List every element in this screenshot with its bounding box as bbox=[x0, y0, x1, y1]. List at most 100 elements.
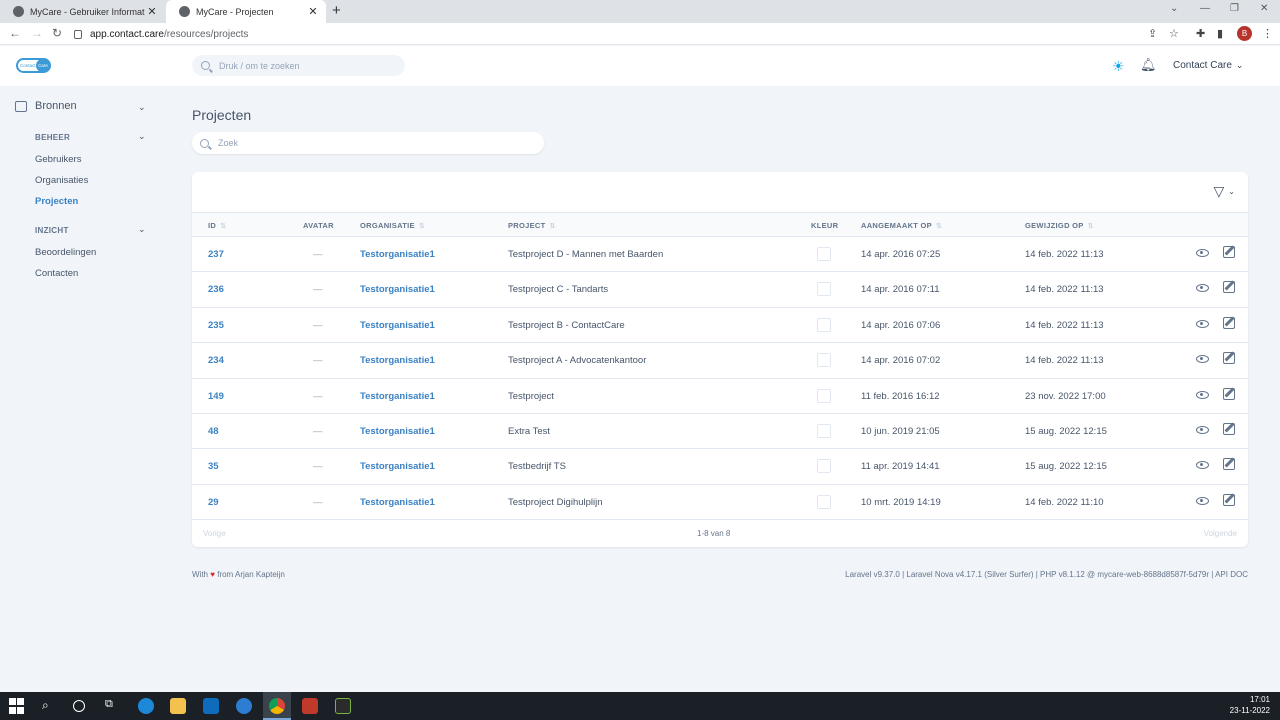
row-id-link[interactable]: 35 bbox=[208, 461, 219, 472]
row-organisation-link[interactable]: Testorganisatie1 bbox=[360, 355, 435, 366]
edit-icon[interactable] bbox=[1223, 281, 1235, 294]
new-tab-icon[interactable]: + bbox=[332, 2, 341, 19]
edit-icon[interactable] bbox=[1223, 458, 1235, 471]
table-row[interactable]: 29 — Testorganisatie1 Testproject Digihulpl… bbox=[192, 485, 1248, 521]
row-id-link[interactable]: 235 bbox=[208, 320, 224, 331]
row-organisation-link[interactable]: Testorganisatie1 bbox=[360, 320, 435, 331]
filter-button[interactable]: ▽ ⌄ bbox=[1214, 184, 1235, 198]
table-row[interactable]: 149 — Testorganisatie1 Testproject 11 feb. 2… bbox=[192, 379, 1248, 414]
close-tab-icon[interactable]: ✕ bbox=[145, 5, 159, 18]
sidebar-item-beoordelingen[interactable]: Beoordelingen bbox=[35, 247, 96, 258]
chevron-down-icon[interactable]: ⌄ bbox=[138, 224, 146, 235]
minimize-icon[interactable]: — bbox=[1200, 3, 1210, 14]
close-window-icon[interactable]: ✕ bbox=[1260, 3, 1268, 14]
chrome-icon[interactable] bbox=[269, 698, 285, 714]
side-panel-icon[interactable]: ▮ bbox=[1217, 27, 1223, 40]
chevron-down-icon[interactable]: ⌄ bbox=[138, 131, 146, 142]
row-avatar: — bbox=[313, 355, 323, 367]
row-id-link[interactable]: 234 bbox=[208, 355, 224, 366]
view-eye-icon[interactable] bbox=[1196, 496, 1209, 505]
sidebar-item-gebruikers[interactable]: Gebruikers bbox=[35, 154, 81, 165]
edit-icon[interactable] bbox=[1223, 352, 1235, 365]
restore-icon[interactable]: ❐ bbox=[1230, 3, 1239, 14]
forward-icon[interactable]: → bbox=[31, 26, 43, 40]
column-header-created[interactable]: AANGEMAAKT OP ⇅ bbox=[861, 221, 942, 230]
edge-icon[interactable] bbox=[138, 698, 154, 714]
cortana-icon[interactable] bbox=[73, 700, 85, 712]
next-page-button[interactable]: Volgende bbox=[1204, 529, 1237, 538]
row-color-swatch bbox=[817, 494, 831, 509]
table-row[interactable]: 236 — Testorganisatie1 Testproject C - Tand… bbox=[192, 272, 1248, 308]
view-eye-icon[interactable] bbox=[1196, 390, 1209, 399]
column-header-id[interactable]: ID ⇅ bbox=[208, 221, 226, 230]
edit-icon[interactable] bbox=[1223, 493, 1235, 506]
outlook-icon[interactable] bbox=[203, 698, 219, 714]
extensions-icon[interactable]: ✚ bbox=[1196, 27, 1205, 40]
row-id-link[interactable]: 237 bbox=[208, 249, 224, 260]
logo[interactable]: Contact Care bbox=[16, 58, 51, 73]
url-field[interactable]: app.contact.care/resources/projects bbox=[68, 25, 1138, 43]
row-organisation-link[interactable]: Testorganisatie1 bbox=[360, 249, 435, 260]
table-row[interactable]: 235 — Testorganisatie1 Testproject B - Cont… bbox=[192, 308, 1248, 344]
row-organisation-link[interactable]: Testorganisatie1 bbox=[360, 426, 435, 437]
row-id-link[interactable]: 236 bbox=[208, 284, 224, 295]
browser-tab[interactable]: MyCare - Gebruiker Informatie: C ✕ bbox=[0, 0, 165, 23]
browser-tab-active[interactable]: MyCare - Projecten ✕ bbox=[166, 0, 326, 23]
close-tab-icon[interactable]: ✕ bbox=[306, 5, 320, 18]
file-explorer-icon[interactable] bbox=[170, 698, 186, 714]
column-header-organisation[interactable]: ORGANISATIE ⇅ bbox=[360, 221, 425, 230]
sidebar-section-resources[interactable]: Bronnen bbox=[15, 100, 77, 112]
table-row[interactable]: 35 — Testorganisatie1 Testbedrijf TS 11 apr.… bbox=[192, 449, 1248, 485]
task-view-icon[interactable]: ⧉ bbox=[105, 698, 121, 714]
windows-start-icon[interactable] bbox=[9, 698, 25, 714]
edit-icon[interactable] bbox=[1223, 316, 1235, 329]
edit-icon[interactable] bbox=[1223, 422, 1235, 435]
previous-page-button[interactable]: Vorige bbox=[203, 529, 226, 538]
row-id-link[interactable]: 48 bbox=[208, 426, 219, 437]
row-organisation-link[interactable]: Testorganisatie1 bbox=[360, 391, 435, 402]
view-eye-icon[interactable] bbox=[1196, 425, 1209, 434]
sidebar-item-organisaties[interactable]: Organisaties bbox=[35, 175, 88, 186]
share-icon[interactable]: ⇪ bbox=[1148, 27, 1157, 40]
sidebar-group-beheer[interactable]: BEHEER bbox=[35, 133, 70, 142]
column-header-project[interactable]: PROJECT ⇅ bbox=[508, 221, 556, 230]
terminal-app-icon[interactable] bbox=[335, 698, 351, 714]
taskbar-search-icon[interactable]: ⌕ bbox=[42, 698, 58, 714]
bell-icon[interactable]: 🔔︎ bbox=[1140, 57, 1157, 73]
column-header-modified[interactable]: GEWIJZIGD OP ⇅ bbox=[1025, 221, 1094, 230]
view-eye-icon[interactable] bbox=[1196, 319, 1209, 328]
security-app-icon[interactable] bbox=[302, 698, 318, 714]
sidebar-group-inzicht[interactable]: INZICHT bbox=[35, 226, 69, 235]
view-eye-icon[interactable] bbox=[1196, 284, 1209, 293]
edit-icon[interactable] bbox=[1223, 246, 1235, 258]
user-menu[interactable]: Contact Care ⌄ bbox=[1173, 60, 1243, 71]
bookmark-star-icon[interactable]: ☆ bbox=[1169, 27, 1179, 40]
row-organisation-link[interactable]: Testorganisatie1 bbox=[360, 497, 435, 508]
sidebar-item-contacten[interactable]: Contacten bbox=[35, 268, 78, 279]
table-row[interactable]: 48 — Testorganisatie1 Extra Test 10 jun. 201… bbox=[192, 414, 1248, 450]
sun-icon[interactable]: ☀ bbox=[1112, 58, 1125, 75]
view-eye-icon[interactable] bbox=[1196, 461, 1209, 470]
taskbar-clock[interactable]: 17:01 23-11-2022 bbox=[1230, 694, 1270, 716]
view-eye-icon[interactable] bbox=[1196, 249, 1209, 257]
resource-search-input[interactable]: Zoek bbox=[192, 132, 544, 154]
column-header-color: KLEUR bbox=[811, 221, 839, 230]
row-id-link[interactable]: 29 bbox=[208, 497, 219, 508]
chevron-down-icon[interactable]: ⌄ bbox=[138, 102, 146, 113]
table-row[interactable]: 234 — Testorganisatie1 Testproject A - Advo… bbox=[192, 343, 1248, 379]
profile-avatar[interactable]: B bbox=[1237, 26, 1252, 41]
global-search-input[interactable]: Druk / om te zoeken bbox=[192, 55, 405, 76]
more-menu-icon[interactable]: ⋮ bbox=[1262, 27, 1273, 40]
internet-explorer-icon[interactable] bbox=[236, 698, 252, 714]
reload-icon[interactable]: ↻ bbox=[52, 26, 62, 40]
view-eye-icon[interactable] bbox=[1196, 355, 1209, 364]
table-row[interactable]: 237 — Testorganisatie1 Testproject D - Mann… bbox=[192, 237, 1248, 273]
row-id-link[interactable]: 149 bbox=[208, 391, 224, 402]
edit-icon[interactable] bbox=[1223, 387, 1235, 400]
globe-icon bbox=[179, 6, 190, 17]
row-organisation-link[interactable]: Testorganisatie1 bbox=[360, 461, 435, 472]
sidebar-item-projecten[interactable]: Projecten bbox=[35, 196, 78, 207]
back-icon[interactable]: ← bbox=[9, 26, 21, 40]
tab-search-icon[interactable]: ⌄ bbox=[1170, 3, 1178, 14]
row-organisation-link[interactable]: Testorganisatie1 bbox=[360, 284, 435, 295]
